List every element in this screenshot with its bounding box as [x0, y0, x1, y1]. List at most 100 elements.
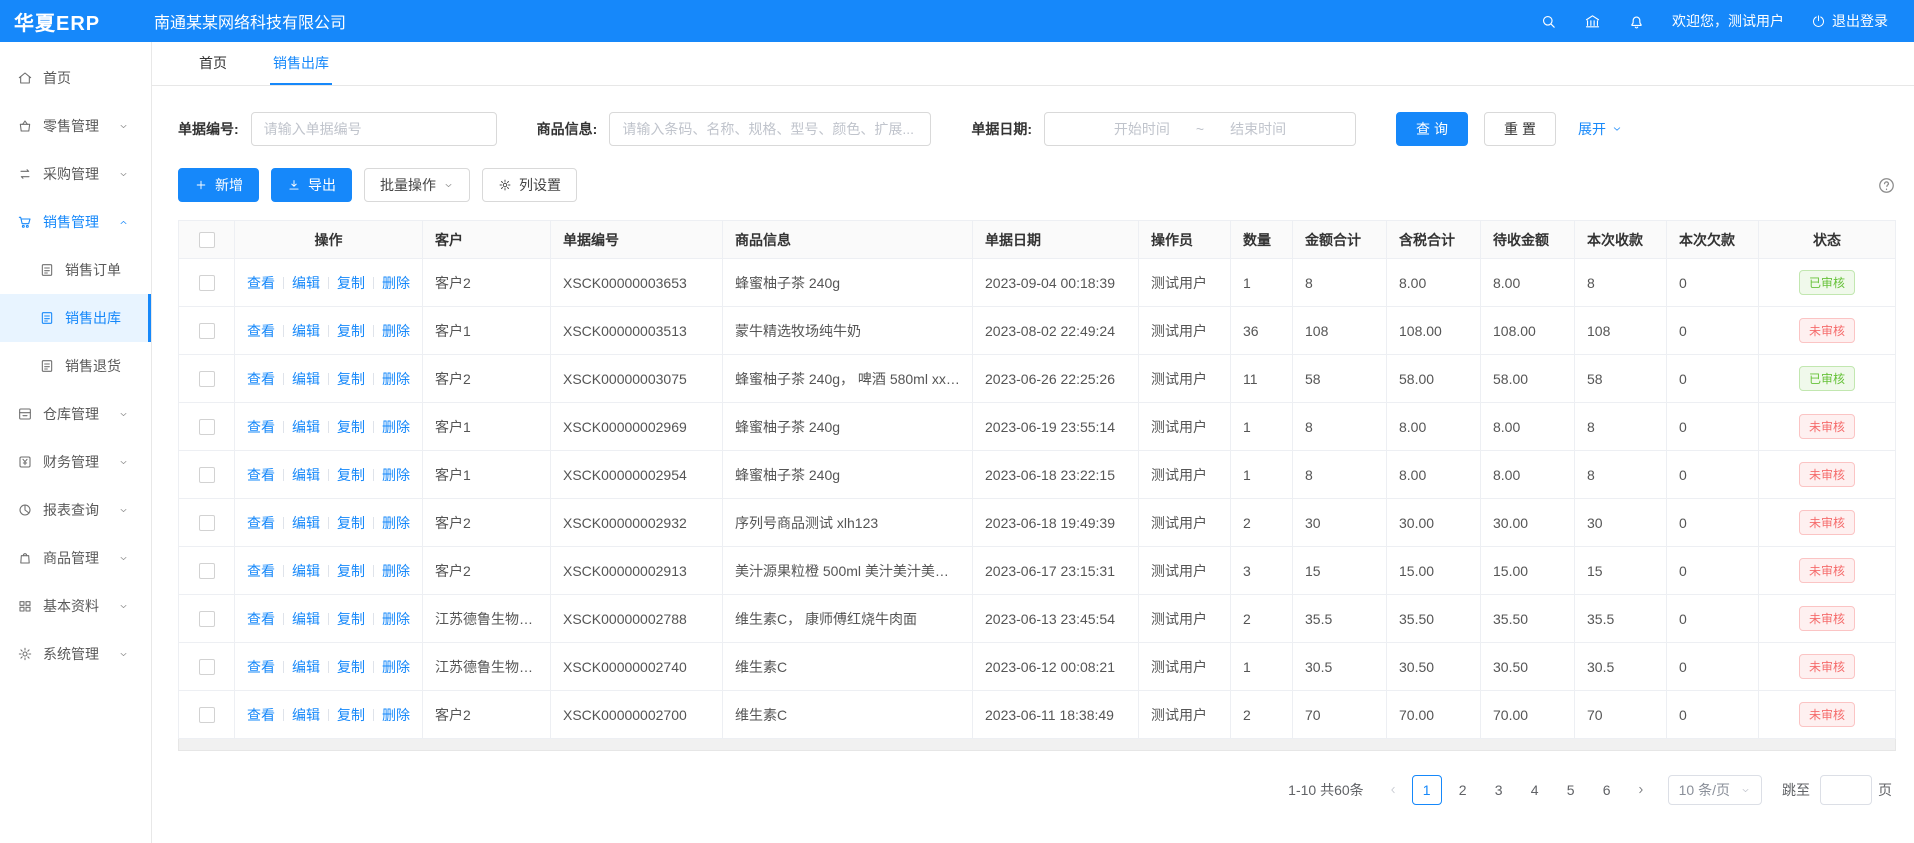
bell-icon[interactable] [1628, 13, 1645, 30]
horizontal-scrollbar[interactable] [178, 739, 1896, 751]
row-checkbox[interactable] [199, 659, 215, 675]
view-link[interactable]: 查看 [247, 515, 275, 531]
edit-link[interactable]: 编辑 [292, 467, 320, 483]
row-checkbox[interactable] [199, 515, 215, 531]
page-button-4[interactable]: 4 [1520, 775, 1550, 805]
copy-link[interactable]: 复制 [337, 467, 365, 483]
view-link[interactable]: 查看 [247, 659, 275, 675]
sidebar-item-system[interactable]: 系统管理 [0, 630, 151, 678]
copy-link[interactable]: 复制 [337, 563, 365, 579]
tab-home[interactable]: 首页 [196, 42, 230, 85]
view-link[interactable]: 查看 [247, 275, 275, 291]
delete-link[interactable]: 删除 [382, 707, 410, 723]
view-link[interactable]: 查看 [247, 611, 275, 627]
action-separator [373, 373, 374, 385]
delete-link[interactable]: 删除 [382, 563, 410, 579]
sidebar-item-home[interactable]: 首页 [0, 54, 151, 102]
date-range-picker[interactable]: 开始时间 ~ 结束时间 [1044, 112, 1356, 146]
row-checkbox[interactable] [199, 467, 215, 483]
search-button[interactable]: 查询 [1396, 112, 1468, 146]
sidebar-item-finance[interactable]: 财务管理 [0, 438, 151, 486]
action-separator [283, 421, 284, 433]
row-checkbox[interactable] [199, 707, 215, 723]
edit-link[interactable]: 编辑 [292, 707, 320, 723]
delete-link[interactable]: 删除 [382, 515, 410, 531]
reset-button[interactable]: 重置 [1484, 112, 1556, 146]
row-checkbox[interactable] [199, 611, 215, 627]
sidebar-item-sales[interactable]: 销售管理 [0, 198, 151, 246]
delete-link[interactable]: 删除 [382, 611, 410, 627]
sidebar-item-sales-outbound[interactable]: 销售出库 [0, 294, 151, 342]
view-link[interactable]: 查看 [247, 419, 275, 435]
copy-link[interactable]: 复制 [337, 419, 365, 435]
batch-actions-button[interactable]: 批量操作 [364, 168, 470, 202]
next-page-button[interactable] [1628, 775, 1654, 805]
product-cell: 序列号商品测试 xlh123 [723, 499, 973, 547]
copy-link[interactable]: 复制 [337, 323, 365, 339]
edit-link[interactable]: 编辑 [292, 659, 320, 675]
page-button-1[interactable]: 1 [1412, 775, 1442, 805]
row-checkbox[interactable] [199, 419, 215, 435]
tab-sales-outbound[interactable]: 销售出库 [270, 42, 332, 85]
delete-link[interactable]: 删除 [382, 659, 410, 675]
select-all-checkbox[interactable] [199, 232, 215, 248]
page-button-5[interactable]: 5 [1556, 775, 1586, 805]
delete-link[interactable]: 删除 [382, 467, 410, 483]
app-logo[interactable]: 华夏ERP [14, 7, 132, 36]
copy-link[interactable]: 复制 [337, 707, 365, 723]
product-info-input[interactable] [609, 112, 931, 146]
copy-link[interactable]: 复制 [337, 275, 365, 291]
view-link[interactable]: 查看 [247, 467, 275, 483]
edit-link[interactable]: 编辑 [292, 275, 320, 291]
prev-page-button[interactable] [1380, 775, 1406, 805]
view-link[interactable]: 查看 [247, 323, 275, 339]
copy-link[interactable]: 复制 [337, 371, 365, 387]
table-row: 查看编辑复制删除客户1XSCK00000002969蜂蜜柚子茶 240g2023… [179, 403, 1896, 451]
jump-page-input[interactable] [1820, 775, 1872, 805]
page-button-3[interactable]: 3 [1484, 775, 1514, 805]
sidebar-item-goods[interactable]: 商品管理 [0, 534, 151, 582]
copy-link[interactable]: 复制 [337, 611, 365, 627]
row-checkbox[interactable] [199, 275, 215, 291]
row-checkbox[interactable] [199, 563, 215, 579]
row-checkbox[interactable] [199, 323, 215, 339]
delete-link[interactable]: 删除 [382, 323, 410, 339]
row-checkbox[interactable] [199, 371, 215, 387]
edit-link[interactable]: 编辑 [292, 371, 320, 387]
delete-link[interactable]: 删除 [382, 419, 410, 435]
copy-link[interactable]: 复制 [337, 515, 365, 531]
page-button-6[interactable]: 6 [1592, 775, 1622, 805]
receivable-cell: 108.00 [1481, 307, 1575, 355]
bill-no-input[interactable] [251, 112, 497, 146]
sidebar-item-warehouse[interactable]: 仓库管理 [0, 390, 151, 438]
bank-icon[interactable] [1584, 13, 1601, 30]
sidebar-item-basic-data[interactable]: 基本资料 [0, 582, 151, 630]
column-settings-button[interactable]: 列设置 [482, 168, 577, 202]
edit-link[interactable]: 编辑 [292, 323, 320, 339]
delete-link[interactable]: 删除 [382, 371, 410, 387]
search-icon[interactable] [1540, 13, 1557, 30]
expand-link[interactable]: 展开 [1578, 119, 1623, 139]
customer-cell: 客户1 [423, 307, 551, 355]
delete-link[interactable]: 删除 [382, 275, 410, 291]
add-button[interactable]: 新增 [178, 168, 259, 202]
logout-button[interactable]: 退出登录 [1811, 11, 1888, 31]
view-link[interactable]: 查看 [247, 707, 275, 723]
help-icon[interactable] [1877, 176, 1896, 195]
copy-link[interactable]: 复制 [337, 659, 365, 675]
edit-link[interactable]: 编辑 [292, 611, 320, 627]
view-link[interactable]: 查看 [247, 371, 275, 387]
sidebar-item-report[interactable]: 报表查询 [0, 486, 151, 534]
sidebar-item-retail[interactable]: 零售管理 [0, 102, 151, 150]
product-cell: 维生素C [723, 643, 973, 691]
sidebar-item-sales-order[interactable]: 销售订单 [0, 246, 151, 294]
sidebar-item-sales-return[interactable]: 销售退货 [0, 342, 151, 390]
page-size-select[interactable]: 10 条/页 [1668, 775, 1762, 805]
sidebar-item-purchase[interactable]: 采购管理 [0, 150, 151, 198]
edit-link[interactable]: 编辑 [292, 563, 320, 579]
page-button-2[interactable]: 2 [1448, 775, 1478, 805]
export-button[interactable]: 导出 [271, 168, 352, 202]
edit-link[interactable]: 编辑 [292, 419, 320, 435]
edit-link[interactable]: 编辑 [292, 515, 320, 531]
view-link[interactable]: 查看 [247, 563, 275, 579]
